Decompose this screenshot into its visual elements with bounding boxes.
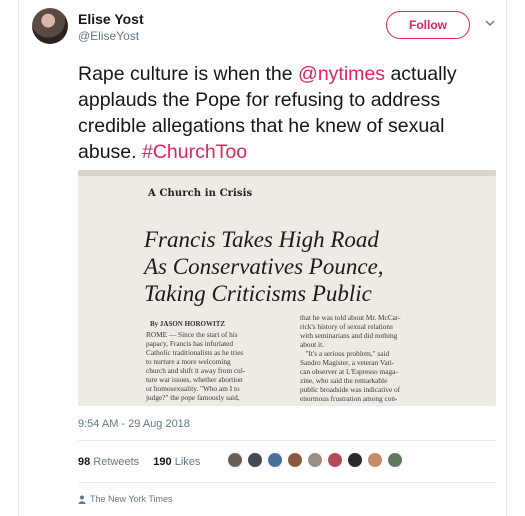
tweet-text: Rape culture is when the @nytimes actual… xyxy=(78,61,498,165)
mention-link[interactable]: @nytimes xyxy=(298,63,385,85)
retweets-label[interactable]: Retweets xyxy=(93,456,139,468)
newspaper-byline: By JASON HOROWITZ xyxy=(150,320,226,328)
likes-label[interactable]: Likes xyxy=(175,456,201,468)
newspaper-kicker: A Church in Crisis xyxy=(148,188,253,199)
likes-count[interactable]: 190 xyxy=(153,456,171,468)
hashtag-link[interactable]: #ChurchToo xyxy=(142,141,247,163)
headline-line: Taking Criticisms Public xyxy=(144,281,372,306)
avatar[interactable] xyxy=(32,8,68,44)
person-icon xyxy=(78,495,86,504)
author-handle[interactable]: @EliseYost xyxy=(78,29,139,43)
divider xyxy=(78,440,496,441)
tweet-text-part1: Rape culture is when the xyxy=(78,63,299,85)
chevron-down-icon[interactable] xyxy=(484,17,496,29)
liker-avatar[interactable] xyxy=(327,452,343,468)
liker-avatar[interactable] xyxy=(247,452,263,468)
tweet-timestamp[interactable]: 9:54 AM - 29 Aug 2018 xyxy=(78,418,190,430)
liker-avatar[interactable] xyxy=(387,452,403,468)
retweets-count[interactable]: 98 xyxy=(78,456,90,468)
liker-avatar[interactable] xyxy=(307,452,323,468)
article-column-left: ROME — Since the start of his papacy, Fr… xyxy=(146,330,246,402)
article-column-right: that he was told about Mr. McCar- rick's… xyxy=(300,313,401,403)
liker-avatar[interactable] xyxy=(267,452,283,468)
tweet-header: Elise Yost @EliseYost Follow xyxy=(18,0,507,60)
divider xyxy=(78,482,496,483)
liker-avatar[interactable] xyxy=(347,452,363,468)
photo-edge xyxy=(78,170,496,176)
liker-avatar[interactable] xyxy=(367,452,383,468)
tweet-stats: 98 Retweets 190 Likes xyxy=(78,456,200,468)
tweet-source[interactable]: The New York Times xyxy=(78,494,173,504)
liker-avatar[interactable] xyxy=(287,452,303,468)
headline-line: Francis Takes High Road xyxy=(144,227,379,252)
newspaper-headline: Francis Takes High Road As Conservatives… xyxy=(144,226,384,307)
author-name[interactable]: Elise Yost xyxy=(78,11,144,27)
follow-button[interactable]: Follow xyxy=(386,11,470,39)
liker-avatar[interactable] xyxy=(227,452,243,468)
source-label[interactable]: The New York Times xyxy=(90,494,173,504)
headline-line: As Conservatives Pounce, xyxy=(144,254,384,279)
tweet-photo[interactable]: A Church in Crisis Francis Takes High Ro… xyxy=(78,170,496,406)
